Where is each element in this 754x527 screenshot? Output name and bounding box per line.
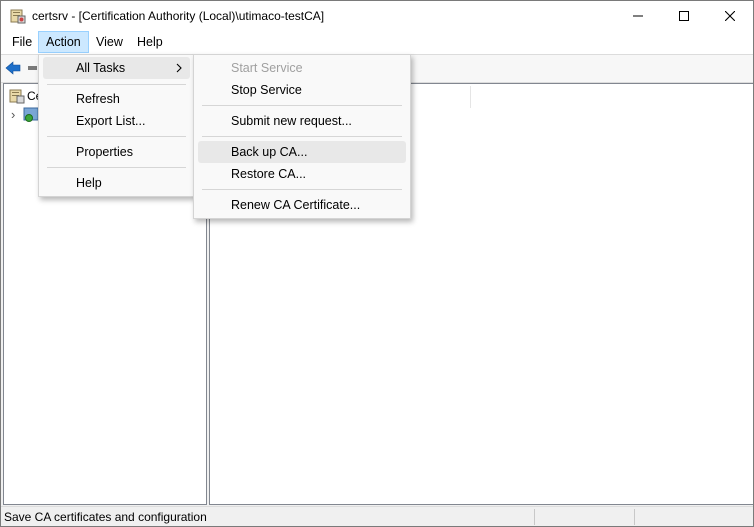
menu-action[interactable]: Action bbox=[38, 31, 89, 53]
menu-item-restore-ca[interactable]: Restore CA... bbox=[198, 163, 406, 185]
column-header-divider[interactable] bbox=[470, 86, 471, 108]
menu-separator bbox=[202, 105, 402, 106]
window-title: certsrv - [Certification Authority (Loca… bbox=[32, 9, 325, 23]
menu-view[interactable]: View bbox=[89, 32, 130, 52]
back-button[interactable] bbox=[5, 60, 21, 79]
menu-item-label: Stop Service bbox=[231, 83, 302, 97]
menu-item-label: Export List... bbox=[76, 114, 146, 128]
menu-item-export-list[interactable]: Export List... bbox=[43, 110, 190, 132]
menu-help[interactable]: Help bbox=[130, 32, 170, 52]
menu-separator bbox=[47, 167, 186, 168]
status-divider bbox=[634, 509, 635, 525]
title-bar: certsrv - [Certification Authority (Loca… bbox=[1, 1, 753, 31]
certificate-authority-icon bbox=[9, 89, 25, 104]
menu-item-label: All Tasks bbox=[76, 61, 126, 75]
menu-item-renew-ca-certificate[interactable]: Renew CA Certificate... bbox=[198, 194, 406, 216]
status-bar: Save CA certificates and configuration bbox=[1, 506, 753, 526]
app-window: certsrv - [Certification Authority (Loca… bbox=[0, 0, 754, 527]
menu-bar: File Action View Help bbox=[1, 31, 753, 54]
action-menu: All Tasks Refresh Export List... Propert… bbox=[38, 54, 195, 197]
menu-item-label: Start Service bbox=[231, 61, 303, 75]
menu-item-label: Help bbox=[76, 176, 102, 190]
menu-separator bbox=[202, 189, 402, 190]
menu-item-help[interactable]: Help bbox=[43, 172, 190, 194]
expand-chevron-icon[interactable]: › bbox=[11, 107, 15, 122]
maximize-icon bbox=[679, 11, 689, 21]
menu-item-backup-ca[interactable]: Back up CA... bbox=[198, 141, 406, 163]
certsrv-icon bbox=[10, 8, 26, 24]
menu-item-stop-service[interactable]: Stop Service bbox=[198, 79, 406, 101]
submenu-arrow-icon bbox=[176, 57, 182, 86]
menu-item-submit-request[interactable]: Submit new request... bbox=[198, 110, 406, 132]
close-icon bbox=[725, 11, 735, 21]
menu-item-label: Submit new request... bbox=[231, 114, 352, 128]
menu-item-label: Refresh bbox=[76, 92, 120, 106]
ca-server-icon bbox=[23, 107, 39, 122]
maximize-button[interactable] bbox=[661, 1, 707, 31]
status-divider bbox=[534, 509, 535, 525]
menu-item-label: Renew CA Certificate... bbox=[231, 198, 361, 212]
menu-item-refresh[interactable]: Refresh bbox=[43, 88, 190, 110]
status-text: Save CA certificates and configuration bbox=[4, 510, 207, 524]
menu-separator bbox=[202, 136, 402, 137]
menu-item-label: Back up CA... bbox=[231, 145, 308, 159]
menu-item-all-tasks[interactable]: All Tasks bbox=[43, 57, 190, 79]
menu-file[interactable]: File bbox=[5, 32, 39, 52]
menu-item-start-service: Start Service bbox=[198, 57, 406, 79]
close-button[interactable] bbox=[707, 1, 753, 31]
minimize-button[interactable] bbox=[615, 1, 661, 31]
menu-separator bbox=[47, 136, 186, 137]
menu-item-label: Properties bbox=[76, 145, 133, 159]
all-tasks-submenu: Start Service Stop Service Submit new re… bbox=[193, 54, 411, 219]
menu-separator bbox=[47, 84, 186, 85]
menu-item-properties[interactable]: Properties bbox=[43, 141, 190, 163]
back-arrow-icon bbox=[5, 61, 21, 75]
minimize-icon bbox=[633, 15, 643, 17]
menu-item-label: Restore CA... bbox=[231, 167, 307, 181]
